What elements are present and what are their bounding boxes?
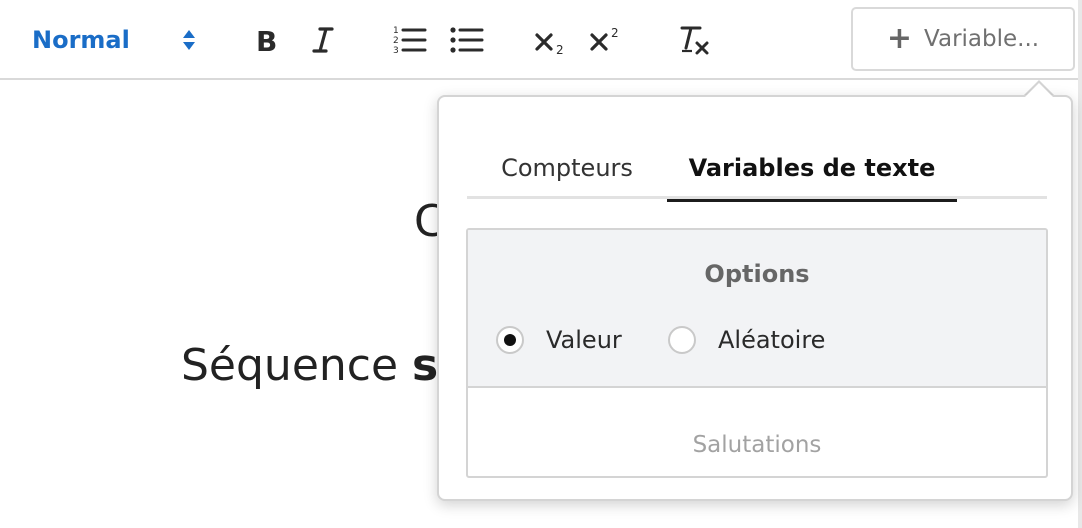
radio-valeur[interactable]: Valeur — [496, 326, 622, 354]
bullet-list-icon — [450, 27, 484, 53]
scrollbar-edge — [1078, 0, 1082, 528]
italic-icon — [312, 27, 334, 53]
ordered-list-icon: 1 2 3 — [393, 26, 427, 56]
radio-aleatoire-label: Aléatoire — [718, 326, 826, 354]
svg-text:1: 1 — [393, 26, 399, 36]
popover-arrow-inner — [1025, 83, 1053, 97]
bold-button[interactable]: B — [247, 20, 287, 60]
clear-format-icon — [680, 26, 709, 55]
bold-icon: B — [256, 25, 277, 55]
subscript-icon: 2 — [535, 33, 564, 56]
variable-popover: Compteurs Variables de texte Options Val… — [437, 95, 1073, 501]
svg-text:2: 2 — [611, 26, 619, 40]
radio-valeur-label: Valeur — [546, 326, 622, 354]
radio-checked-icon — [496, 326, 524, 354]
svg-text:3: 3 — [393, 46, 399, 56]
select-arrows-icon — [183, 30, 195, 50]
subscript-button[interactable]: 2 — [532, 20, 572, 60]
svg-text:2: 2 — [393, 36, 399, 46]
editor-line-2-bold: s — [412, 340, 439, 391]
tab-variables-de-texte[interactable]: Variables de texte — [667, 137, 957, 202]
superscript-button[interactable]: 2 — [587, 20, 627, 60]
svg-text:2: 2 — [556, 43, 564, 56]
editor-toolbar: Normal B 1 2 3 2 2 + Variable... — [0, 0, 1078, 80]
variables-panel: Options Valeur Aléatoire Salutations — [466, 228, 1048, 478]
options-section: Options Valeur Aléatoire — [468, 230, 1046, 388]
insert-variable-label: Variable... — [924, 26, 1040, 52]
radio-unchecked-icon — [668, 326, 696, 354]
italic-button[interactable] — [303, 20, 343, 60]
popover-tabs: Compteurs Variables de texte — [467, 137, 1047, 202]
options-title: Options — [704, 260, 810, 288]
editor-line-2-text: Séquence — [181, 340, 413, 391]
clear-format-button[interactable] — [674, 20, 714, 60]
paragraph-style-select[interactable]: Normal — [32, 20, 202, 60]
plus-icon: + — [886, 21, 913, 56]
ordered-list-button[interactable]: 1 2 3 — [389, 20, 429, 60]
paragraph-style-value: Normal — [32, 26, 130, 54]
tab-compteurs[interactable]: Compteurs — [467, 137, 667, 199]
insert-variable-button[interactable]: + Variable... — [851, 7, 1075, 71]
svg-text:B: B — [256, 25, 277, 55]
radio-aleatoire[interactable]: Aléatoire — [668, 326, 825, 354]
editor-line-2: Séquence s — [181, 340, 438, 391]
bullet-list-button[interactable] — [446, 20, 486, 60]
salutations-section-label: Salutations — [692, 432, 822, 458]
superscript-icon: 2 — [590, 26, 619, 51]
